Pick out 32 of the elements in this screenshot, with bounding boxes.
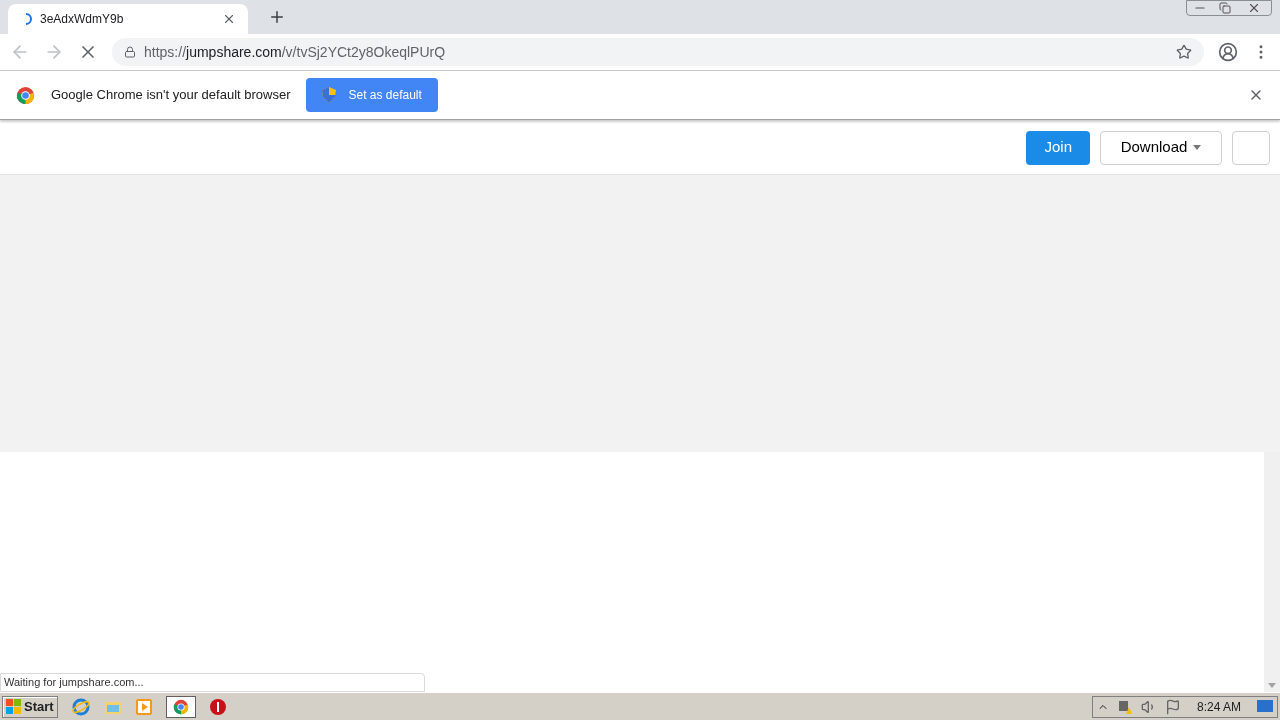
browser-tab[interactable]: 3eAdxWdmY9b — [8, 4, 248, 34]
scroll-down-icon — [1268, 683, 1276, 688]
show-desktop-icon[interactable] — [1257, 699, 1273, 714]
restore-icon[interactable] — [1219, 2, 1231, 14]
network-warning-icon[interactable] — [1116, 698, 1133, 715]
close-tab-icon[interactable] — [222, 12, 236, 26]
status-bubble: Waiting for jumpshare.com... — [0, 673, 425, 692]
clock[interactable]: 8:24 AM — [1196, 697, 1241, 716]
address-bar[interactable]: https://jumpshare.com/v/tvSj2YCt2y8OkeqlPUrQ — [112, 38, 1204, 66]
chrome-taskbar-button[interactable] — [165, 695, 196, 718]
caret-icon — [1193, 145, 1202, 150]
browser-logo-icon — [16, 85, 35, 105]
media-player-icon[interactable] — [135, 698, 152, 715]
flag-icon[interactable] — [1164, 698, 1181, 715]
start-button[interactable]: Start — [2, 695, 58, 718]
new-tab-icon[interactable] — [268, 8, 286, 26]
url-text: https://jumpshare.com/v/tvSj2YCt2y8OkeqlPUrQ — [144, 42, 447, 62]
shield-icon — [322, 87, 337, 103]
download-button[interactable]: Download — [1100, 130, 1222, 165]
close-window-icon[interactable] — [1247, 1, 1261, 15]
join-button[interactable]: Join — [1026, 130, 1090, 165]
scrollbar[interactable] — [1264, 452, 1280, 692]
ie-icon[interactable] — [71, 697, 90, 716]
profile-icon[interactable] — [1218, 42, 1238, 62]
windows-logo-icon — [6, 698, 22, 715]
set-as-default-button[interactable]: Set as default — [306, 78, 438, 112]
default-browser-message: Google Chrome isn't your default browser — [51, 86, 291, 105]
stop-sign-icon[interactable] — [209, 698, 226, 715]
tab-title: 3eAdxWdmY9b — [40, 11, 125, 28]
browser-logo-icon — [172, 698, 189, 715]
bookmark-star-icon[interactable] — [1176, 44, 1192, 60]
lock-icon — [124, 46, 136, 58]
